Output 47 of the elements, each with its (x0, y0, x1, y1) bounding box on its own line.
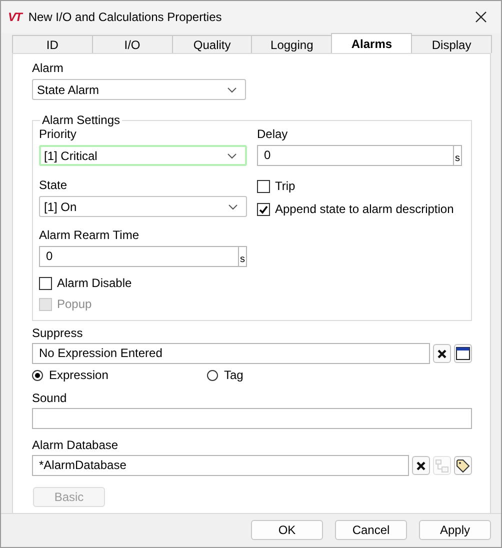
tab[interactable]: Alarms (331, 33, 412, 53)
group-title: Alarm Settings (41, 113, 122, 127)
close-icon (437, 348, 447, 358)
unit-label: s (239, 246, 247, 267)
chevron-icon (227, 86, 237, 92)
radio-button[interactable] (207, 370, 218, 380)
dialog-button[interactable]: Cancel (335, 520, 407, 540)
suppress-field[interactable]: No Expression Entered (32, 343, 430, 364)
close-icon[interactable] (475, 11, 487, 23)
tab[interactable]: ID (12, 35, 93, 53)
unit-label: s (454, 145, 462, 166)
checkmark-icon (258, 204, 269, 214)
radio-label[interactable]: Tag (224, 368, 244, 382)
close-icon (416, 460, 426, 470)
rearm-time-field[interactable]: 0 (39, 246, 239, 267)
field-label: Suppress (32, 326, 83, 341)
chevron-icon (227, 152, 237, 158)
field-label: Sound (32, 391, 67, 406)
radio-button[interactable] (32, 370, 43, 380)
tab[interactable]: Display (411, 35, 492, 53)
tag-button[interactable] (454, 456, 472, 475)
checkbox[interactable]: Trip (257, 179, 462, 193)
window-button[interactable] (454, 344, 472, 363)
tab[interactable]: Logging (251, 35, 332, 53)
alarm-database-field[interactable]: *AlarmDatabase (32, 455, 409, 476)
delay-field[interactable]: 0 (257, 145, 454, 166)
clear-button[interactable] (412, 456, 430, 475)
priority-dropdown[interactable]: [1] Critical (39, 145, 247, 166)
clear-button[interactable] (433, 344, 451, 363)
alarm-dropdown[interactable]: State Alarm (32, 79, 246, 100)
radio-label[interactable]: Expression (49, 368, 108, 382)
sound-field[interactable] (32, 408, 472, 429)
chevron-icon (228, 204, 238, 210)
field-label: State (39, 178, 68, 193)
dialog-button[interactable]: Apply (419, 520, 491, 540)
field-label: Delay (257, 127, 289, 142)
checkbox[interactable]: Alarm Disable (39, 276, 247, 290)
window-title: New I/O and Calculations Properties (28, 10, 223, 24)
field-label: Alarm Rearm Time (39, 228, 140, 243)
state-dropdown[interactable]: [1] On (39, 196, 247, 217)
field-label: Alarm Database (32, 438, 118, 453)
tab[interactable]: Quality (172, 35, 252, 53)
app-logo: VT (8, 10, 22, 24)
field-label: Priority (39, 127, 78, 142)
field-label: Alarm (32, 61, 64, 76)
dialog-button[interactable]: OK (251, 520, 323, 540)
checkbox[interactable]: Append state to alarm description (257, 202, 462, 216)
